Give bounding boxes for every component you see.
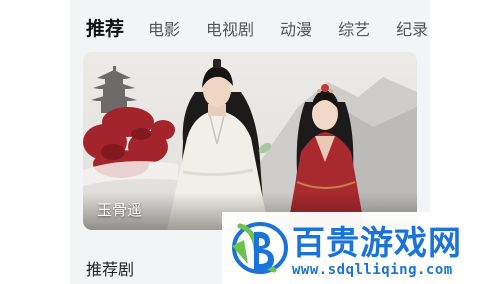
site-watermark: 百贵游戏网 www.sdqlliqing.com bbox=[222, 212, 487, 284]
watermark-site-url: www.sdqlliqing.com bbox=[292, 262, 453, 278]
watermark-site-name: 百贵游戏网 bbox=[292, 224, 462, 261]
category-tabs: 推荐 电影 电视剧 动漫 综艺 纪录 bbox=[86, 14, 454, 41]
tab-tv-series[interactable]: 电视剧 bbox=[206, 16, 254, 40]
section-title-recommended: 推荐剧 bbox=[86, 262, 135, 279]
tab-anime[interactable]: 动漫 bbox=[280, 16, 312, 40]
hero-banner[interactable]: 玉骨遥 bbox=[83, 52, 417, 230]
tab-movie[interactable]: 电影 bbox=[148, 16, 180, 40]
tab-recommend[interactable]: 推荐 bbox=[86, 14, 124, 41]
watermark-logo-icon bbox=[232, 222, 288, 274]
hero-title: 玉骨遥 bbox=[97, 202, 143, 219]
tab-variety[interactable]: 综艺 bbox=[338, 16, 370, 40]
tab-documentary[interactable]: 纪录 bbox=[396, 16, 428, 40]
